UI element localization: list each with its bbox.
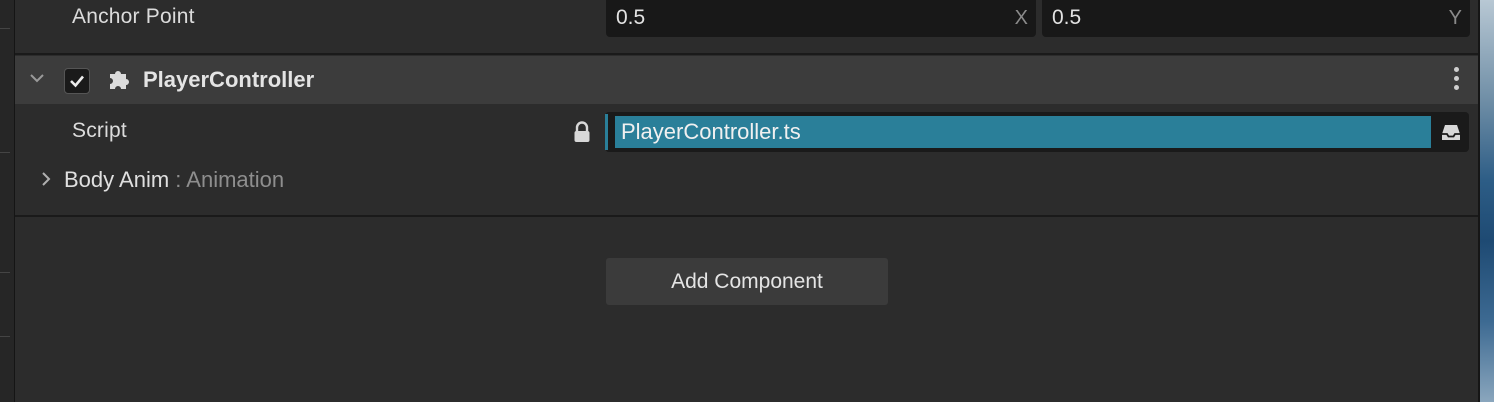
anchor-point-row: Anchor Point 0.5 X 0.5 Y [15,0,1478,52]
lock-icon [574,121,590,142]
expand-chevron-icon[interactable] [38,170,54,193]
asset-picker-icon[interactable] [1439,120,1463,144]
anchor-y-value[interactable]: 0.5 [1052,6,1081,30]
body-anim-type: : Animation [175,167,285,192]
anchor-point-label: Anchor Point [72,5,195,28]
script-value-box[interactable]: PlayerController.ts [615,116,1431,148]
edge-tick [0,152,10,153]
component-header[interactable]: PlayerController [15,56,1478,104]
script-component-icon [110,71,129,89]
section-divider [15,215,1478,217]
anchor-x-field[interactable]: 0.5 X [606,0,1036,37]
component-title: PlayerController [143,67,315,92]
body-anim-label: Body Anim [64,167,170,192]
anchor-x-value[interactable]: 0.5 [616,6,645,30]
component-menu-icon[interactable] [1454,67,1460,93]
scene-view-edge [1478,0,1494,402]
script-value: PlayerController.ts [621,119,801,144]
body-anim-property[interactable]: Body Anim : Animation [42,167,285,193]
collapse-chevron-icon[interactable] [28,69,46,92]
edge-tick [0,336,10,337]
script-label: Script [72,119,127,142]
anchor-y-field[interactable]: 0.5 Y [1042,0,1470,37]
add-component-button[interactable]: Add Component [606,258,888,305]
field-accent [605,114,608,150]
script-asset-field[interactable]: PlayerController.ts [605,112,1469,152]
edge-tick [0,272,10,273]
anchor-y-axis-label: Y [1448,7,1462,29]
edge-tick [0,28,10,29]
anchor-x-axis-label: X [1014,7,1028,29]
inspector-panel: Anchor Point 0.5 X 0.5 Y PlayerControlle… [15,0,1478,402]
section-divider [15,53,1478,55]
left-panel-edge [0,0,15,402]
component-enabled-checkbox[interactable] [64,68,90,94]
panel-separator [1478,0,1480,402]
